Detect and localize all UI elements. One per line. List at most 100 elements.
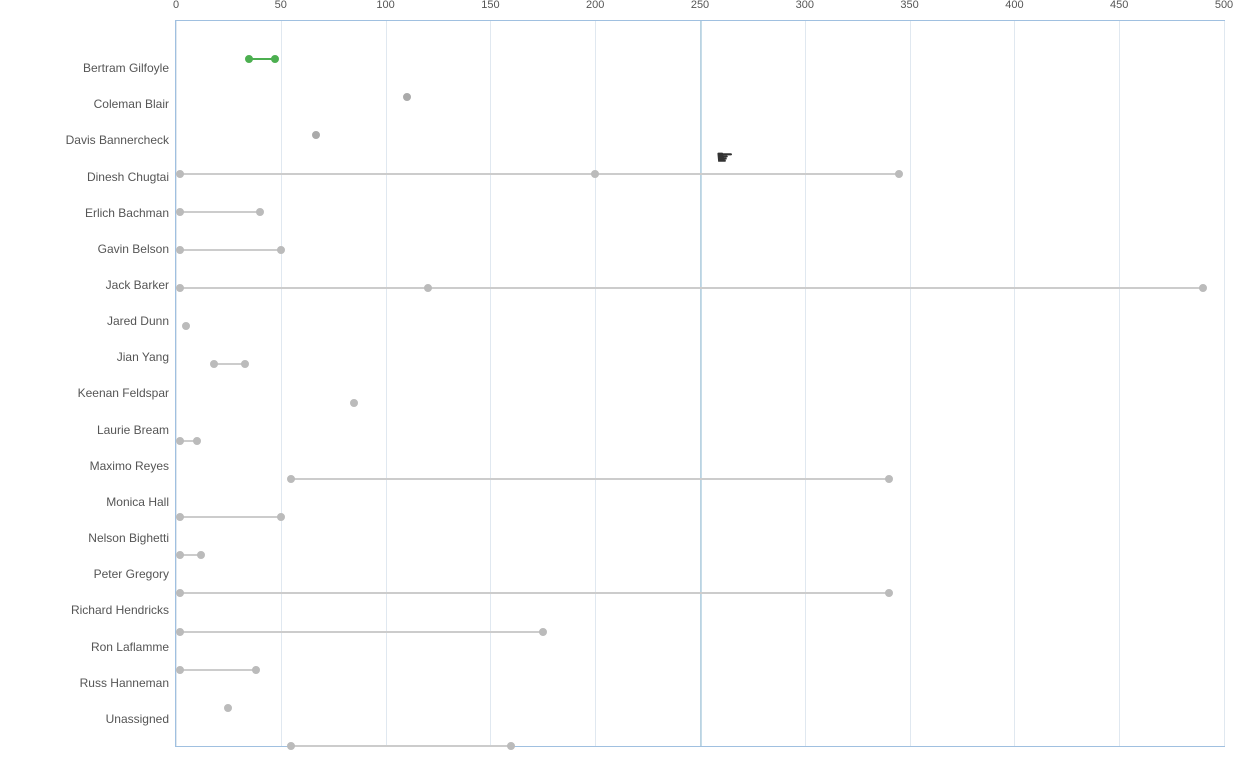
dot-line <box>180 287 1203 289</box>
dot-row <box>176 689 1224 727</box>
data-dot <box>287 742 295 750</box>
x-tick-label: 250 <box>691 0 709 11</box>
y-label: Jian Yang <box>0 339 175 375</box>
data-dot <box>176 208 184 216</box>
x-tick-label: 350 <box>900 0 918 11</box>
y-label: Dinesh Chugtai <box>0 158 175 194</box>
dot-line <box>180 631 543 633</box>
x-tick-label: 50 <box>275 0 287 11</box>
data-dot <box>403 93 411 101</box>
y-label: Coleman Blair <box>0 86 175 122</box>
data-dot <box>350 399 358 407</box>
x-tick-label: 0 <box>173 0 179 11</box>
x-tick-label: 450 <box>1110 0 1128 11</box>
data-dot <box>241 360 249 368</box>
y-label: Unassigned <box>0 701 175 737</box>
data-dot <box>591 170 599 178</box>
dot-row <box>176 612 1224 650</box>
dot-row <box>176 345 1224 383</box>
dot-row <box>176 78 1224 116</box>
dot-row <box>176 40 1224 78</box>
grid-line <box>1224 21 1225 746</box>
y-label: Keenan Feldspar <box>0 375 175 411</box>
dot-row <box>176 574 1224 612</box>
data-dot <box>277 246 285 254</box>
y-axis: Bertram GilfoyleColeman BlairDavis Banne… <box>0 20 175 747</box>
dot-line <box>180 249 281 251</box>
y-label: Gavin Belson <box>0 231 175 267</box>
y-label: Nelson Bighetti <box>0 520 175 556</box>
data-dot <box>539 628 547 636</box>
data-dot <box>210 360 218 368</box>
y-label: Ron Laflamme <box>0 629 175 665</box>
y-label: Laurie Bream <box>0 412 175 448</box>
dot-line <box>180 173 899 175</box>
dot-row <box>176 536 1224 574</box>
x-tick-label: 150 <box>481 0 499 11</box>
data-dot <box>176 246 184 254</box>
dot-row <box>176 155 1224 193</box>
data-dot <box>176 437 184 445</box>
y-label: Maximo Reyes <box>0 448 175 484</box>
dot-row <box>176 384 1224 422</box>
dot-line <box>180 211 260 213</box>
data-dot <box>224 704 232 712</box>
dot-row <box>176 727 1224 765</box>
data-dot <box>252 666 260 674</box>
data-dot <box>245 55 253 63</box>
data-dot <box>1199 284 1207 292</box>
data-dot <box>895 170 903 178</box>
chart-inner: Bertram GilfoyleColeman BlairDavis Banne… <box>0 20 1225 747</box>
data-dot <box>176 513 184 521</box>
data-dot <box>176 284 184 292</box>
x-tick-label: 300 <box>796 0 814 11</box>
y-label: Bertram Gilfoyle <box>0 50 175 86</box>
y-label: Davis Bannercheck <box>0 122 175 158</box>
y-label: Jared Dunn <box>0 303 175 339</box>
y-label: Erlich Bachman <box>0 195 175 231</box>
dot-line <box>180 516 281 518</box>
dot-row <box>176 307 1224 345</box>
data-dot <box>507 742 515 750</box>
x-axis-labels: 050100150200250300350400450500 <box>176 0 1224 19</box>
dot-row <box>176 269 1224 307</box>
dot-row <box>176 116 1224 154</box>
plot-area[interactable]: 050100150200250300350400450500 ☛ <box>175 20 1225 747</box>
chart-container: Bertram GilfoyleColeman BlairDavis Banne… <box>0 0 1235 767</box>
x-tick-label: 200 <box>586 0 604 11</box>
dot-line <box>291 478 888 480</box>
data-dot <box>287 475 295 483</box>
x-tick-label: 400 <box>1005 0 1023 11</box>
dot-row <box>176 193 1224 231</box>
x-tick-label: 500 <box>1215 0 1233 11</box>
y-label: Richard Hendricks <box>0 592 175 628</box>
data-dot <box>885 475 893 483</box>
data-dot <box>176 589 184 597</box>
dot-line <box>180 669 255 671</box>
y-label: Monica Hall <box>0 484 175 520</box>
dot-row <box>176 422 1224 460</box>
dot-line <box>291 745 511 747</box>
x-tick-label: 100 <box>376 0 394 11</box>
dot-row <box>176 231 1224 269</box>
data-dot <box>271 55 279 63</box>
data-dot <box>182 322 190 330</box>
y-label: Russ Hanneman <box>0 665 175 701</box>
data-dot <box>277 513 285 521</box>
data-dot <box>197 551 205 559</box>
data-dot <box>176 170 184 178</box>
dot-row <box>176 460 1224 498</box>
data-dot <box>176 666 184 674</box>
y-label: Jack Barker <box>0 267 175 303</box>
data-dot <box>176 551 184 559</box>
data-dot <box>193 437 201 445</box>
dot-line <box>180 592 888 594</box>
y-label: Peter Gregory <box>0 556 175 592</box>
dot-row <box>176 651 1224 689</box>
data-dot <box>312 131 320 139</box>
data-dot <box>176 628 184 636</box>
data-dot <box>424 284 432 292</box>
data-dot <box>885 589 893 597</box>
dot-row <box>176 498 1224 536</box>
data-dot <box>256 208 264 216</box>
